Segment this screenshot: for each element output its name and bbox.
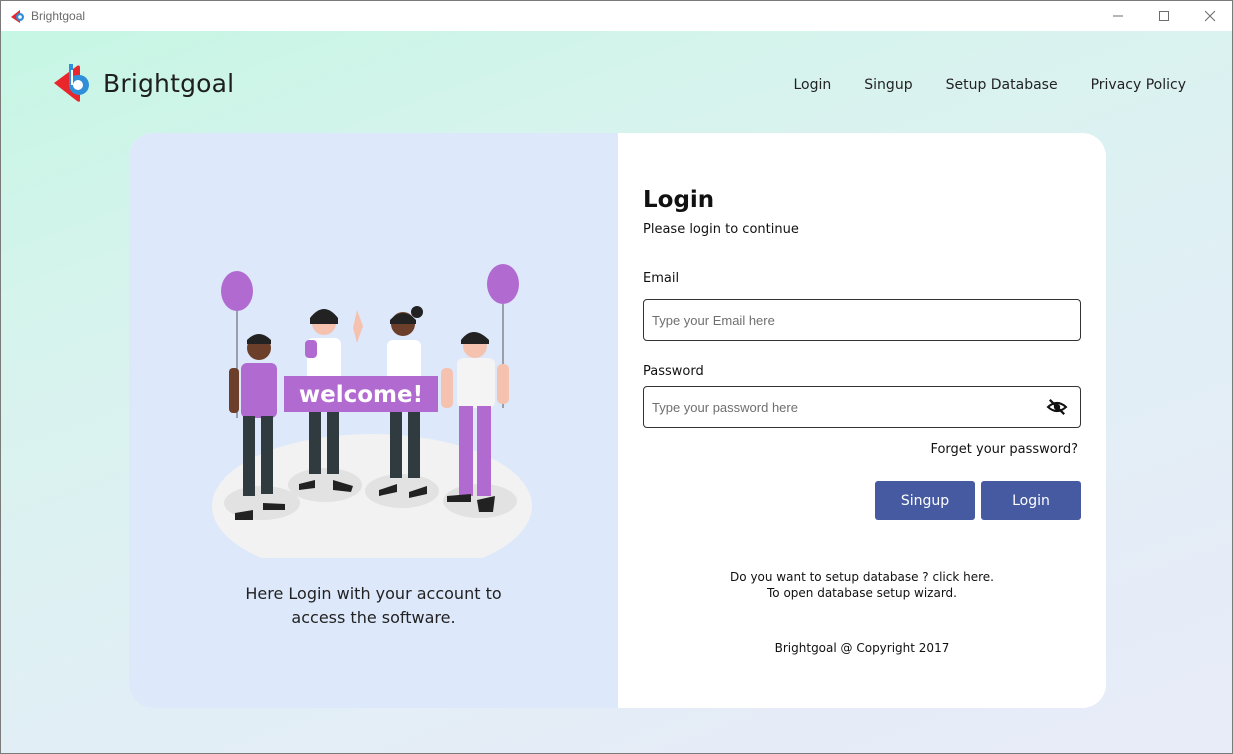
illustration-panel: welcome! Here Login with your account to… (129, 133, 618, 708)
page-title: Login (643, 187, 715, 213)
welcome-illustration: welcome! (212, 264, 532, 558)
setup-database-link[interactable]: Do you want to setup database ? click he… (618, 569, 1106, 601)
brand-name: Brightgoal (103, 68, 235, 98)
forgot-password-link[interactable]: Forget your password? (930, 442, 1078, 457)
window-title: Brightgoal (31, 9, 86, 23)
login-form: Login Please login to continue Email Pas… (618, 133, 1106, 708)
title-bar[interactable]: Brightgoal (1, 1, 1232, 31)
email-label: Email (643, 271, 680, 286)
signup-button[interactable]: Singup (875, 481, 975, 520)
maximize-icon (1159, 11, 1169, 21)
login-button[interactable]: Login (981, 481, 1081, 520)
eye-slash-icon[interactable] (1046, 398, 1068, 416)
minimize-icon (1113, 15, 1123, 17)
password-field-box[interactable] (643, 386, 1081, 428)
top-nav: Login Singup Setup Database Privacy Poli… (761, 77, 1187, 93)
login-caption: Here Login with your account to access t… (129, 582, 618, 630)
maximize-button[interactable] (1141, 1, 1187, 31)
setup-line-2: To open database setup wizard. (767, 586, 957, 600)
password-label: Password (643, 364, 704, 379)
app-window: Brightgoal Brightgoal Login Singup Setup… (0, 0, 1233, 754)
close-icon (1204, 10, 1216, 22)
close-button[interactable] (1187, 1, 1233, 31)
minimize-button[interactable] (1095, 1, 1141, 31)
setup-line-1[interactable]: Do you want to setup database ? click he… (618, 569, 1106, 585)
caption-line-1: Here Login with your account to (245, 584, 502, 603)
brand[interactable]: Brightgoal (53, 62, 234, 104)
nav-signup[interactable]: Singup (864, 77, 912, 93)
email-input[interactable] (652, 300, 1032, 340)
login-card: welcome! Here Login with your account to… (129, 133, 1106, 708)
copyright-text: Brightgoal @ Copyright 2017 (774, 641, 950, 655)
nav-setup-database[interactable]: Setup Database (946, 77, 1058, 93)
app-icon (11, 10, 24, 23)
nav-login[interactable]: Login (794, 77, 832, 93)
nav-privacy-policy[interactable]: Privacy Policy (1091, 77, 1186, 93)
caption-line-2: access the software. (291, 608, 456, 627)
password-input[interactable] (652, 387, 1032, 427)
brightgoal-logo-icon (54, 64, 89, 102)
email-field-box[interactable] (643, 299, 1081, 341)
welcome-banner-text: welcome! (299, 382, 423, 408)
page-subtitle: Please login to continue (643, 222, 799, 237)
main-content: Brightgoal Login Singup Setup Database P… (1, 31, 1232, 753)
